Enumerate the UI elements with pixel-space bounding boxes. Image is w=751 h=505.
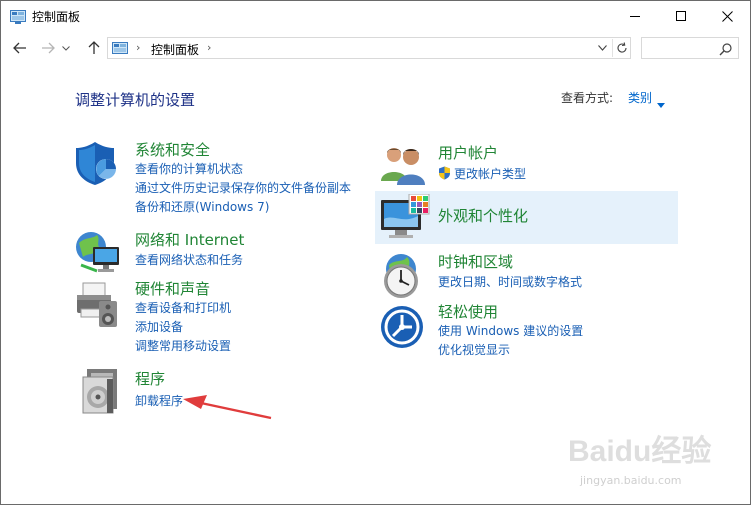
watermark-url: jingyan.baidu.com <box>580 474 682 487</box>
link-optimize-visual-display[interactable]: 优化视觉显示 <box>438 341 510 358</box>
control-panel-window: 控制面板 › 控制面板 › 调整计算机的设置 查看方式: 类别 系统和安全 查看… <box>0 0 751 505</box>
link-change-date-time-format[interactable]: 更改日期、时间或数字格式 <box>438 273 582 290</box>
breadcrumb-separator[interactable]: › <box>136 41 140 54</box>
category-title-hardware-sound[interactable]: 硬件和声音 <box>135 278 210 299</box>
window-title: 控制面板 <box>32 10 81 24</box>
link-devices-printers[interactable]: 查看设备和打印机 <box>135 299 231 316</box>
monitor-palette-icon <box>379 193 430 244</box>
back-button[interactable] <box>9 37 31 59</box>
link-network-status[interactable]: 查看网络状态和任务 <box>135 251 243 268</box>
up-button[interactable] <box>83 37 105 59</box>
watermark-logo: Baidu经验 <box>568 435 712 468</box>
search-icon <box>719 41 733 60</box>
refresh-button[interactable] <box>612 39 631 57</box>
category-title-network-internet[interactable]: 网络和 Internet <box>135 229 244 250</box>
category-title-programs[interactable]: 程序 <box>135 368 165 389</box>
link-backup-restore[interactable]: 备份和还原(Windows 7) <box>135 198 269 215</box>
breadcrumb-separator[interactable]: › <box>207 41 211 54</box>
link-windows-recommended-settings[interactable]: 使用 Windows 建议的设置 <box>438 322 583 339</box>
control-panel-icon <box>10 9 26 28</box>
navigation-bar: › 控制面板 › <box>1 33 750 63</box>
page-title: 调整计算机的设置 <box>75 91 196 109</box>
chevron-down-icon[interactable] <box>657 93 665 112</box>
ease-of-access-icon <box>379 304 429 354</box>
control-panel-icon <box>112 41 128 60</box>
close-button[interactable] <box>704 1 750 31</box>
minimize-button[interactable] <box>612 1 658 31</box>
chevron-down-icon[interactable] <box>594 40 610 56</box>
clock-globe-icon <box>377 251 427 301</box>
category-title-user-accounts[interactable]: 用户帐户 <box>438 142 498 163</box>
link-add-device[interactable]: 添加设备 <box>135 318 183 335</box>
category-title-clock-region[interactable]: 时钟和区域 <box>438 251 513 272</box>
programs-disc-icon <box>79 367 129 417</box>
maximize-button[interactable] <box>658 1 704 31</box>
category-title-appearance[interactable]: 外观和个性化 <box>438 205 528 226</box>
forward-button[interactable] <box>37 37 59 59</box>
network-globe-icon <box>73 225 123 275</box>
link-file-history[interactable]: 通过文件历史记录保存你的文件备份副本 <box>135 179 351 196</box>
link-uninstall-program[interactable]: 卸载程序 <box>135 392 183 409</box>
annotation-arrow <box>181 393 273 425</box>
printer-icon <box>73 279 123 329</box>
users-icon <box>379 143 429 193</box>
link-change-account-type[interactable]: 更改帐户类型 <box>454 165 526 182</box>
category-title-ease-of-access[interactable]: 轻松使用 <box>438 301 498 322</box>
view-by-label: 查看方式: <box>561 91 614 105</box>
shield-icon <box>73 139 123 189</box>
category-title-system-security[interactable]: 系统和安全 <box>135 139 210 160</box>
breadcrumb-control-panel[interactable]: 控制面板 <box>151 41 199 58</box>
link-mobility-settings[interactable]: 调整常用移动设置 <box>135 337 231 354</box>
search-input[interactable] <box>641 37 739 59</box>
recent-locations-dropdown[interactable] <box>59 37 73 59</box>
address-bar[interactable]: › 控制面板 › <box>107 37 631 59</box>
watermark: Baidu经验 jingyan.baidu.com <box>568 426 718 496</box>
view-by-dropdown[interactable]: 类别 <box>628 89 652 106</box>
title-bar[interactable]: 控制面板 <box>1 1 750 31</box>
link-view-computer-status[interactable]: 查看你的计算机状态 <box>135 160 243 177</box>
uac-shield-icon <box>438 165 451 184</box>
